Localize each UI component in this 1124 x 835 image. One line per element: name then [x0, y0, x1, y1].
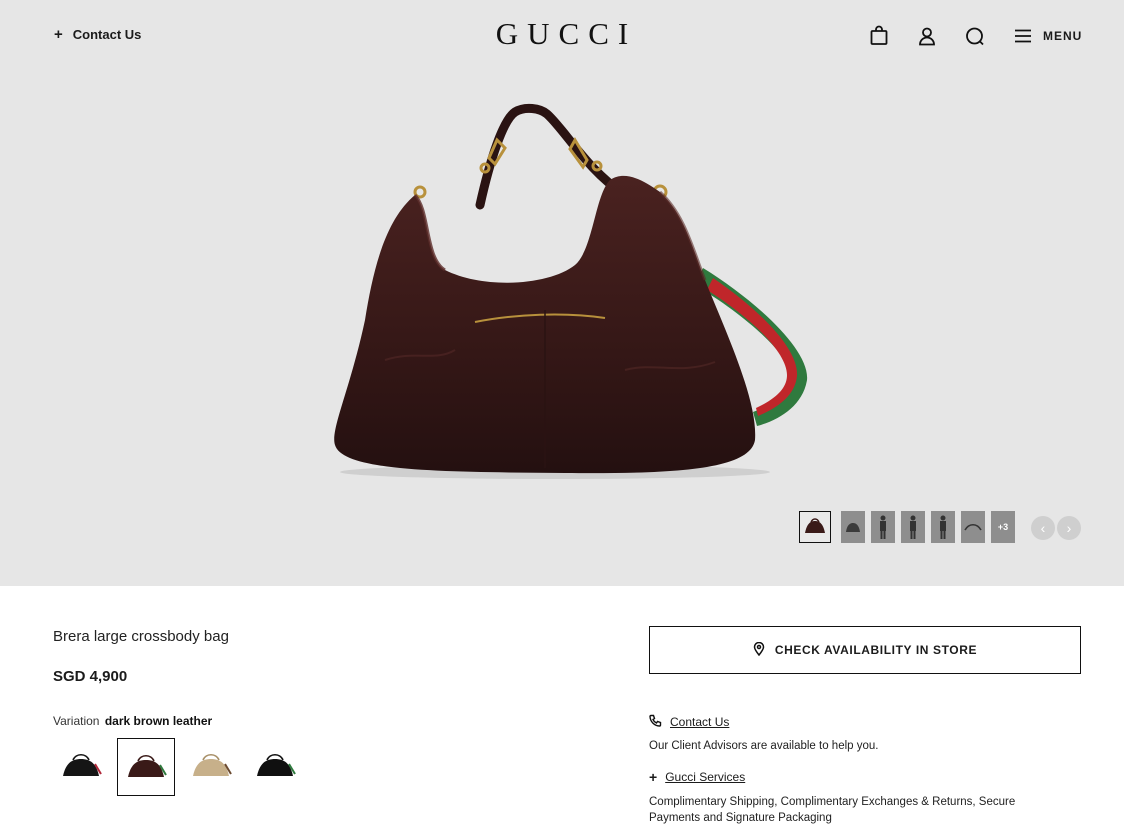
check-availability-label: CHECK AVAILABILITY IN STORE: [774, 643, 978, 657]
variation-label: Variation: [53, 714, 100, 728]
gallery-thumbnails: +3: [799, 511, 1015, 543]
thumbnail-active[interactable]: [799, 511, 831, 543]
previous-arrow-icon[interactable]: ‹: [1031, 516, 1055, 540]
variation-info: Variation dark brown leather: [53, 714, 212, 728]
swatch-beige[interactable]: [183, 738, 239, 794]
gallery-navigation: ‹ ›: [1031, 516, 1081, 540]
product-image: [334, 103, 808, 479]
site-header: + Contact Us GUCCI MENU: [0, 0, 1124, 72]
product-price: SGD 4,900: [53, 668, 128, 685]
swatch-black-alt[interactable]: [247, 738, 303, 794]
gucci-logo[interactable]: GUCCI: [0, 16, 1124, 52]
menu-label[interactable]: MENU: [1043, 29, 1082, 43]
product-title: Brera large crossbody bag: [53, 628, 229, 645]
check-availability-button[interactable]: CHECK AVAILABILITY IN STORE: [649, 626, 1081, 674]
variation-swatches: [53, 738, 303, 796]
search-icon[interactable]: [963, 24, 987, 48]
product-gallery: + Contact Us GUCCI MENU +3 ‹ ›: [0, 0, 1124, 586]
account-icon[interactable]: [915, 24, 939, 48]
shopping-bag-icon[interactable]: [867, 24, 891, 48]
thumbnail[interactable]: [901, 511, 925, 543]
thumbnail[interactable]: [931, 511, 955, 543]
swatch-dark-brown[interactable]: [117, 738, 175, 796]
contact-us-service-link[interactable]: Contact Us: [649, 714, 729, 730]
thumbnail-more[interactable]: +3: [991, 511, 1015, 543]
variation-value: dark brown leather: [104, 714, 213, 728]
hamburger-menu-icon[interactable]: [1011, 24, 1035, 48]
gucci-services-label: Gucci Services: [665, 770, 746, 784]
contact-us-description: Our Client Advisors are available to hel…: [649, 740, 879, 752]
contact-us-service-label: Contact Us: [670, 715, 730, 729]
thumbnail[interactable]: [961, 511, 985, 543]
next-arrow-icon[interactable]: ›: [1057, 516, 1081, 540]
phone-icon: [649, 714, 662, 730]
gucci-services-link[interactable]: + Gucci Services: [649, 770, 745, 784]
thumbnail[interactable]: [841, 511, 865, 543]
location-pin-icon: [753, 641, 765, 659]
gucci-services-description: Complimentary Shipping, Complimentary Ex…: [649, 796, 1016, 824]
plus-icon: +: [649, 769, 658, 785]
thumbnail[interactable]: [871, 511, 895, 543]
swatch-black[interactable]: [53, 738, 109, 794]
